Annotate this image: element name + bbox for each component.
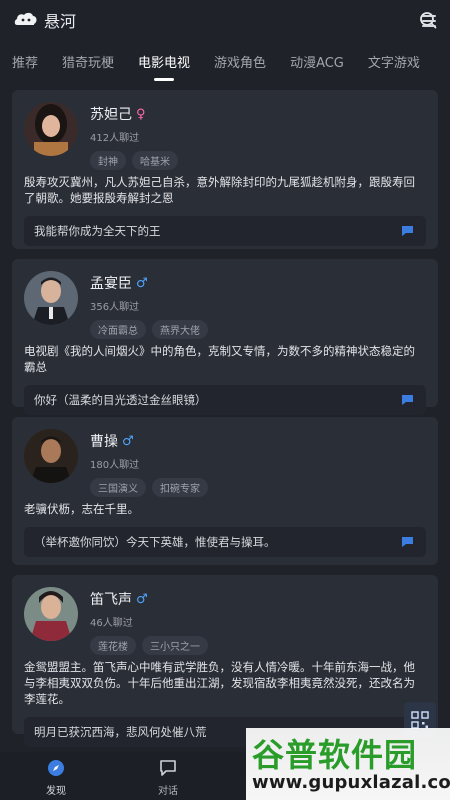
quote-text: 我能帮你成为全天下的王 (34, 224, 161, 238)
character-card[interactable]: 孟宴臣 ♂ 356人聊过 冷面霸总 燕界大佬 电视剧《我的人间烟火》中的角色，克… (12, 259, 438, 415)
tab-game-characters[interactable]: 游戏角色 (214, 52, 266, 71)
category-tabs: 推荐 猎奇玩梗 电影电视 游戏角色 动漫ACG 文字游戏 (0, 40, 450, 82)
avatar (24, 271, 78, 325)
nav-label: 发现 (46, 786, 66, 797)
cloud-face-logo-icon (14, 12, 37, 25)
tag[interactable]: 扣碗专家 (152, 478, 208, 497)
character-description: 殷寿攻灭冀州，凡人苏妲己自杀，意外解除封印的九尾狐趁机附身，跟殷寿回了朝歌。她要… (24, 175, 415, 205)
character-name: 孟宴臣 (90, 276, 132, 292)
chat-count: 412人聊过 (90, 133, 140, 144)
tab-anime-acg[interactable]: 动漫ACG (290, 52, 344, 71)
chat-count: 356人聊过 (90, 302, 140, 313)
chat-icon (160, 760, 176, 776)
character-name: 苏妲己 (90, 107, 132, 123)
chat-bubble-icon (402, 395, 413, 405)
tab-text-games[interactable]: 文字游戏 (368, 52, 420, 71)
tag[interactable]: 莲花楼 (90, 636, 136, 655)
avatar (24, 429, 78, 483)
qr-code-icon (411, 711, 429, 729)
chat-count: 180人聊过 (90, 460, 140, 471)
quote-text: （举杯邀你同饮）今天下英雄，惟使君与操耳。 (34, 535, 276, 549)
tag[interactable]: 冷面霸总 (90, 320, 146, 339)
character-card[interactable]: 苏妲己 ♀ 412人聊过 封神 哈基米 殷寿攻灭冀州，凡人苏妲己自杀，意外解除封… (12, 90, 438, 249)
tag[interactable]: 哈基米 (132, 151, 178, 170)
menu-icon[interactable] (422, 15, 436, 27)
chat-bubble-icon (402, 226, 413, 236)
greeting-quote[interactable]: （举杯邀你同饮）今天下英雄，惟使君与操耳。 (24, 527, 426, 557)
watermark-title: 谷普软件园 (252, 736, 418, 774)
character-name: 曹操 (90, 434, 118, 450)
nav-label: 对话 (158, 786, 178, 797)
quote-text: 你好（温柔的目光透过金丝眼镜） (34, 393, 207, 407)
chat-count: 46人聊过 (90, 618, 133, 629)
character-description: 金鸳盟盟主。笛飞声心中唯有武学胜负，没有人情冷暖。十年前东海一战，他与李相夷双双… (24, 660, 415, 706)
character-name: 笛飞声 (90, 592, 132, 608)
tag[interactable]: 三国演义 (90, 478, 146, 497)
tag[interactable]: 燕界大佬 (152, 320, 208, 339)
tab-recommend[interactable]: 推荐 (12, 52, 38, 71)
quote-text: 明月已获沉西海，悲风何处催八荒 (34, 725, 207, 739)
greeting-quote[interactable]: 我能帮你成为全天下的王 (24, 216, 426, 246)
chat-bubble-icon (402, 537, 413, 547)
avatar (24, 102, 78, 156)
top-bar: 悬河 (0, 0, 450, 40)
tab-novelty-memes[interactable]: 猎奇玩梗 (62, 52, 114, 71)
tab-movies-tv[interactable]: 电影电视 (138, 52, 190, 71)
male-icon: ♂ (122, 433, 134, 449)
tag[interactable]: 封神 (90, 151, 126, 170)
character-feed: 苏妲己 ♀ 412人聊过 封神 哈基米 殷寿攻灭冀州，凡人苏妲己自杀，意外解除封… (12, 90, 438, 747)
greeting-quote[interactable]: 你好（温柔的目光透过金丝眼镜） (24, 385, 426, 415)
character-card[interactable]: 笛飞声 ♂ 46人聊过 莲花楼 三小只之一 金鸳盟盟主。笛飞声心中唯有武学胜负，… (12, 575, 438, 747)
app-name: 悬河 (44, 12, 77, 31)
male-icon: ♂ (136, 275, 148, 291)
character-card[interactable]: 曹操 ♂ 180人聊过 三国演义 扣碗专家 老骥伏枥，志在千里。 （举杯邀你同饮… (12, 417, 438, 565)
watermark-url: www.gupuxlazal.com (252, 772, 450, 793)
nav-discover[interactable]: 发现 (0, 752, 112, 800)
avatar (24, 587, 78, 641)
male-icon: ♂ (136, 591, 148, 607)
compass-icon (48, 760, 64, 776)
watermark: 谷普软件园 www.gupuxlazal.com (246, 728, 450, 800)
female-icon: ♀ (136, 106, 146, 122)
nav-chat[interactable]: 对话 (112, 752, 224, 800)
app-logo: 悬河 (14, 8, 76, 32)
tag[interactable]: 三小只之一 (142, 636, 208, 655)
character-description: 老骥伏枥，志在千里。 (24, 502, 139, 516)
character-description: 电视剧《我的人间烟火》中的角色，克制又专情，为数不多的精神状态稳定的霸总 (24, 344, 415, 374)
